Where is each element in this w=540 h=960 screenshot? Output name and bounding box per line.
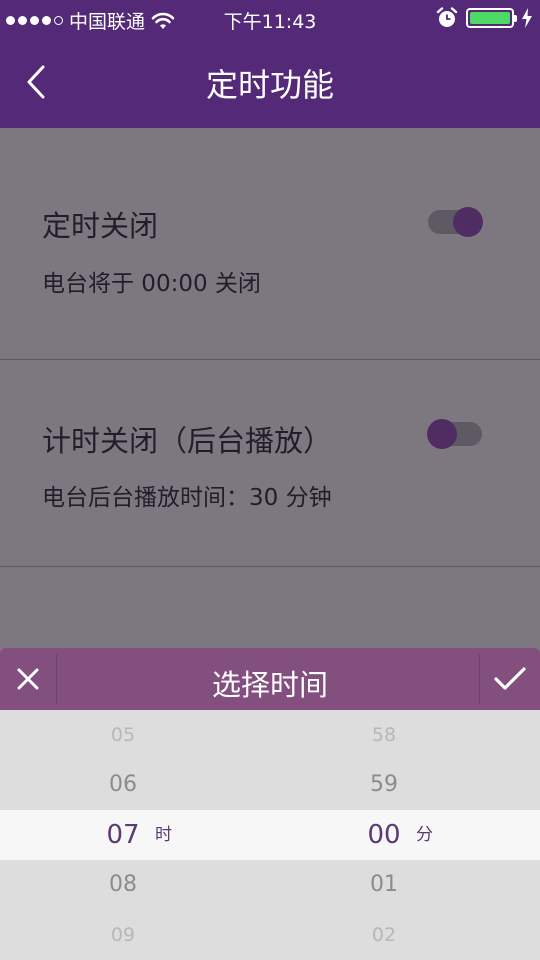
toggle-knob <box>453 207 483 237</box>
minute-unit-label: 分 <box>416 825 433 845</box>
charging-bolt-icon <box>522 8 532 28</box>
top-bar: 中国联通 下午11:43 定时功能 <box>0 0 540 128</box>
minute-option[interactable]: 58 <box>284 710 484 760</box>
battery-fill <box>470 12 510 24</box>
minute-option-selected[interactable]: 00 <box>284 810 484 860</box>
timer-close-row: 定时关闭 电台将于 00:00 关闭 <box>0 128 540 360</box>
minute-option[interactable]: 59 <box>284 760 484 810</box>
alarm-clock-icon <box>436 7 458 27</box>
hour-option-selected[interactable]: 07 <box>23 810 223 860</box>
hour-option[interactable]: 05 <box>23 710 223 760</box>
time-picker-wheel: 05 06 07 08 09 时 58 59 00 01 02 分 <box>0 710 540 960</box>
countdown-close-row: 计时关闭（后台播放） 电台后台播放时间：30 分钟 <box>0 360 540 568</box>
check-icon <box>494 667 526 690</box>
hour-unit-label: 时 <box>155 825 172 845</box>
timer-close-title: 定时关闭 <box>42 209 159 243</box>
hour-option[interactable]: 06 <box>23 760 223 810</box>
toggle-knob <box>427 419 457 449</box>
minute-option[interactable]: 01 <box>284 860 484 910</box>
minute-wheel[interactable]: 58 59 00 01 02 <box>284 710 484 960</box>
picker-title: 选择时间 <box>211 668 328 702</box>
countdown-close-description[interactable]: 电台后台播放时间：30 分钟 <box>42 478 332 512</box>
battery-icon <box>466 8 517 28</box>
timer-close-description[interactable]: 电台将于 00:00 关闭 <box>42 264 261 298</box>
hour-wheel[interactable]: 05 06 07 08 09 <box>23 710 223 960</box>
hour-option[interactable]: 08 <box>23 860 223 910</box>
countdown-close-title: 计时关闭（后台播放） <box>42 424 333 458</box>
hour-option[interactable]: 09 <box>23 910 223 960</box>
time-picker-header: 选择时间 <box>0 648 540 710</box>
timer-close-toggle[interactable] <box>428 207 483 237</box>
minute-option[interactable]: 02 <box>284 910 484 960</box>
row-divider <box>0 566 540 567</box>
page-title: 定时功能 <box>205 66 334 104</box>
status-right <box>436 7 532 29</box>
picker-confirm-button[interactable] <box>480 648 540 710</box>
status-bar: 中国联通 下午11:43 <box>0 0 540 38</box>
countdown-close-toggle[interactable] <box>427 419 482 449</box>
